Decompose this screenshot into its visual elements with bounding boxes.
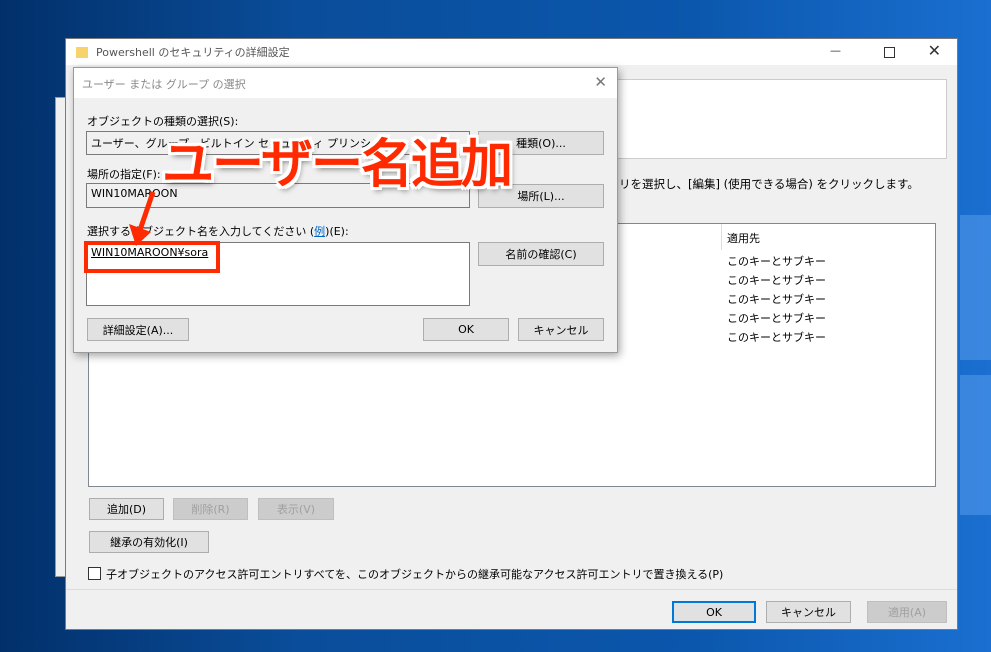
enable-inheritance-button[interactable]: 継承の有効化(I) xyxy=(89,531,209,553)
dialog-cancel-button[interactable]: キャンセル xyxy=(518,318,604,341)
close-icon[interactable]: ✕ xyxy=(594,73,607,91)
title-bar: Powershell のセキュリティの詳細設定 — ✕ xyxy=(66,39,957,65)
arrow-icon xyxy=(129,191,156,246)
advanced-button[interactable]: 詳細設定(A)... xyxy=(87,318,189,341)
annotation-label: ユーザー名追加 xyxy=(162,135,513,195)
list-item[interactable]: このキーとサブキー xyxy=(727,290,826,309)
object-name-label-suffix: (E): xyxy=(329,225,349,238)
column-header-applies-to[interactable]: 適用先 xyxy=(727,230,760,246)
dialog-title: ユーザー または グループ の選択 xyxy=(82,78,246,91)
maximize-icon[interactable] xyxy=(884,47,895,58)
folder-icon xyxy=(76,46,88,58)
view-button[interactable]: 表示(V) xyxy=(258,498,334,520)
minimize-icon[interactable]: — xyxy=(830,44,841,57)
list-item[interactable]: このキーとサブキー xyxy=(727,309,826,328)
location-label: 場所の指定(F): xyxy=(87,168,161,181)
replace-checkbox-label: 子オブジェクトのアクセス許可エントリすべてを、このオブジェクトからの継承可能なア… xyxy=(106,568,724,581)
instruction-text: ントリを選択し、[編集] (使用できる場合) をクリックします。 xyxy=(596,177,919,191)
list-item[interactable]: このキーとサブキー xyxy=(727,271,826,290)
example-link[interactable]: 例 xyxy=(314,225,325,238)
dialog-title-bar: ユーザー または グループ の選択 ✕ xyxy=(74,68,617,98)
applies-to-column: このキーとサブキー このキーとサブキー このキーとサブキー このキーとサブキー … xyxy=(727,252,826,347)
list-item[interactable]: このキーとサブキー xyxy=(727,328,826,347)
ok-button[interactable]: OK xyxy=(672,601,756,623)
apply-button[interactable]: 適用(A) xyxy=(867,601,947,623)
remove-button[interactable]: 削除(R) xyxy=(173,498,248,520)
check-names-button[interactable]: 名前の確認(C) xyxy=(478,242,604,266)
add-button[interactable]: 追加(D) xyxy=(89,498,164,520)
close-icon[interactable]: ✕ xyxy=(928,41,941,60)
window-title: Powershell のセキュリティの詳細設定 xyxy=(96,46,290,59)
object-name-label-text: 選択するオブジェクト名を入力してください xyxy=(87,225,307,238)
list-item[interactable]: このキーとサブキー xyxy=(727,252,826,271)
dialog-ok-button[interactable]: OK xyxy=(423,318,509,341)
windows-logo-pane xyxy=(960,375,991,515)
cancel-button[interactable]: キャンセル xyxy=(766,601,851,623)
windows-logo-pane xyxy=(960,215,991,360)
replace-checkbox[interactable] xyxy=(88,567,101,580)
